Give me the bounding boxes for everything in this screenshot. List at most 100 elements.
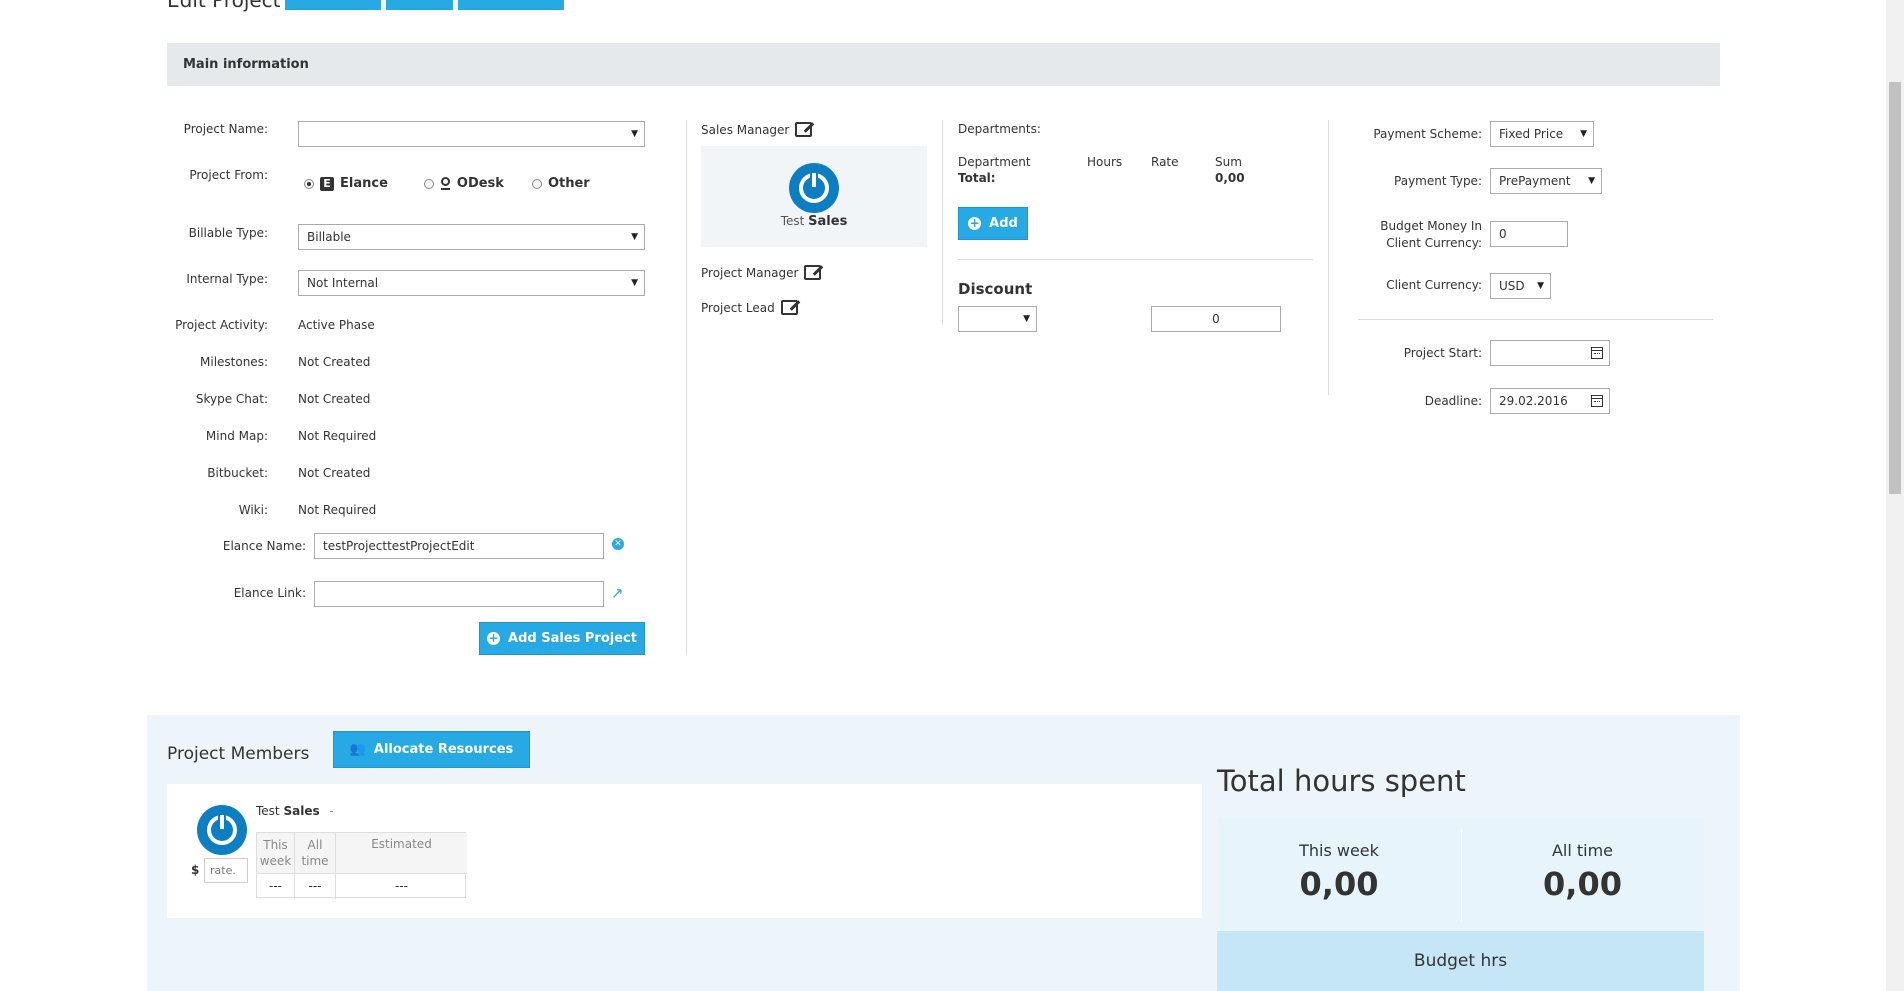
column-divider xyxy=(942,120,943,325)
page-title: Edit Project xyxy=(167,0,281,12)
col-estimated: Estimated xyxy=(371,837,432,851)
external-link-icon[interactable]: ↗ xyxy=(611,584,624,602)
elance-name-input[interactable]: testProjecttestProjectEdit xyxy=(314,533,604,559)
dropdown-arrow-icon: ▼ xyxy=(631,278,638,288)
project-start-input[interactable] xyxy=(1490,340,1610,366)
member-card: Test Sales - $ This week All time Estima… xyxy=(167,784,1202,918)
plus-circle-icon: + xyxy=(487,631,501,645)
dropdown-arrow-icon: ▼ xyxy=(631,232,638,242)
member-first: Test xyxy=(256,804,280,818)
elance-link-label: Elance Link: xyxy=(233,586,306,600)
elance-link-input[interactable] xyxy=(314,581,604,607)
main-info-title: Main information xyxy=(183,57,309,72)
dropdown-arrow-icon: ▼ xyxy=(1023,314,1030,324)
skype-chat-label: Skype Chat: xyxy=(195,392,268,406)
avatar xyxy=(789,163,839,213)
scrollbar-thumb[interactable] xyxy=(1889,82,1901,494)
col-all-time-1: All xyxy=(307,838,323,852)
add-department-label: Add xyxy=(989,216,1018,231)
project-name-select[interactable]: ▼ xyxy=(298,121,645,147)
allocate-resources-button[interactable]: 👥 Allocate Resources xyxy=(333,731,530,768)
sales-manager-last: Sales xyxy=(808,214,848,229)
total-label: Total: xyxy=(958,171,996,185)
milestones-label: Milestones: xyxy=(200,355,268,369)
allocate-resources-label: Allocate Resources xyxy=(373,742,514,757)
internal-type-select[interactable]: Not Internal ▼ xyxy=(298,270,645,296)
member-dash: - xyxy=(329,804,334,818)
col-rate: Rate xyxy=(1151,155,1179,169)
deadline-input[interactable]: 29.02.2016 xyxy=(1490,388,1610,414)
avatar xyxy=(197,805,247,855)
add-department-button[interactable]: + Add xyxy=(958,207,1028,240)
col-this-week-1: This xyxy=(263,838,288,852)
mind-map-label: Mind Map: xyxy=(205,429,268,443)
departments-divider xyxy=(958,259,1313,260)
dropdown-arrow-icon: ▼ xyxy=(1537,281,1544,291)
payment-type-label: Payment Type: xyxy=(1394,174,1482,188)
clear-icon[interactable]: ✕ xyxy=(612,538,624,550)
project-start-label: Project Start: xyxy=(1403,346,1482,360)
header-button-2[interactable] xyxy=(386,0,453,10)
deadline-label: Deadline: xyxy=(1424,394,1482,408)
budget-money-input[interactable]: 0 xyxy=(1490,221,1568,247)
elance-name-label: Elance Name: xyxy=(222,539,306,553)
edit-icon[interactable] xyxy=(795,122,813,137)
col-sum: Sum xyxy=(1215,155,1242,169)
edit-icon[interactable] xyxy=(780,300,798,315)
currency-symbol: $ xyxy=(191,863,200,877)
add-sales-project-label: Add Sales Project xyxy=(508,631,637,646)
project-manager-text: Project Manager xyxy=(701,265,799,280)
this-week-label: This week xyxy=(1299,841,1379,860)
project-lead-text: Project Lead xyxy=(701,300,775,315)
budget-hours-box: Budget hrs xyxy=(1217,931,1704,991)
col-department: Department xyxy=(958,155,1031,169)
elance-icon: E xyxy=(320,176,334,191)
bitbucket-label: Bitbucket: xyxy=(207,466,268,480)
project-activity-label: Project Activity: xyxy=(175,318,268,332)
radio-odesk[interactable] xyxy=(423,178,434,189)
scrollbar-track[interactable] xyxy=(1886,0,1904,991)
discount-label: Discount xyxy=(958,280,1033,298)
payment-type-select[interactable]: PrePayment ▼ xyxy=(1490,168,1602,194)
calendar-icon[interactable] xyxy=(1591,395,1603,407)
budget-hours-label: Budget hrs xyxy=(1413,951,1508,971)
billable-type-select[interactable]: Billable ▼ xyxy=(298,224,645,250)
project-members-title: Project Members xyxy=(167,744,310,764)
internal-type-label: Internal Type: xyxy=(186,272,268,286)
edit-icon[interactable] xyxy=(804,265,822,280)
discount-type-select[interactable]: ▼ xyxy=(958,306,1037,332)
radio-other-label: Other xyxy=(547,176,590,191)
project-manager-label: Project Manager xyxy=(701,265,822,280)
payment-divider xyxy=(1358,319,1713,320)
client-currency-select[interactable]: USD ▼ xyxy=(1490,273,1551,299)
project-from-label: Project From: xyxy=(189,168,268,182)
column-divider xyxy=(686,120,687,655)
radio-elance[interactable] xyxy=(304,178,314,189)
calendar-icon[interactable] xyxy=(1591,347,1603,359)
add-sales-project-button[interactable]: + Add Sales Project xyxy=(479,622,645,655)
plus-circle-icon: + xyxy=(968,216,982,230)
project-lead-label: Project Lead xyxy=(701,300,798,315)
header-button-3[interactable] xyxy=(458,0,564,10)
val-all-time: --- xyxy=(308,879,322,893)
all-time-value: 0,00 xyxy=(1543,865,1622,903)
sales-manager-first: Test xyxy=(780,214,805,228)
skype-chat-value: Not Created xyxy=(298,392,371,406)
mind-map-value: Not Required xyxy=(298,429,377,443)
sales-manager-text: Sales Manager xyxy=(701,122,790,137)
radio-odesk-label: ODesk xyxy=(456,176,504,191)
member-last: Sales xyxy=(283,804,320,818)
member-hours-table: This week All time Estimated --- --- --- xyxy=(256,832,467,899)
sales-manager-label: Sales Manager xyxy=(701,122,813,137)
client-currency-label: Client Currency: xyxy=(1386,278,1482,292)
payment-scheme-select[interactable]: Fixed Price ▼ xyxy=(1490,121,1594,147)
odesk-icon xyxy=(440,176,451,191)
header-button-1[interactable] xyxy=(285,0,381,10)
radio-other[interactable] xyxy=(531,178,542,189)
rate-input[interactable] xyxy=(204,858,248,883)
discount-input[interactable]: 0 xyxy=(1151,306,1281,332)
val-estimated: --- xyxy=(395,879,408,893)
dropdown-arrow-icon: ▼ xyxy=(1580,129,1587,139)
dropdown-arrow-icon: ▼ xyxy=(1588,176,1595,186)
dropdown-arrow-icon: ▼ xyxy=(631,129,638,139)
